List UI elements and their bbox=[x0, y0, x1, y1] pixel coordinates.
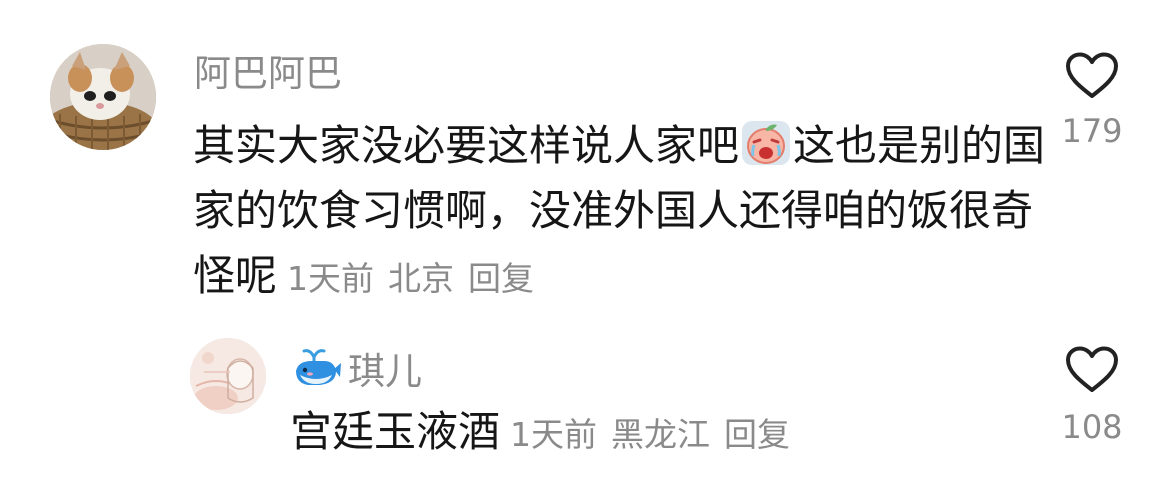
comment-meta: 1天前 北京 回复 bbox=[287, 259, 534, 298]
reply-text: 宫廷玉液酒 bbox=[290, 407, 501, 456]
like-count: 108 bbox=[1061, 408, 1123, 446]
avatar[interactable] bbox=[190, 338, 266, 414]
author-row: 琪儿 bbox=[290, 342, 422, 394]
reply-item: 琪儿 宫廷玉液酒 1天前 黑龙江 回复 108 bbox=[0, 320, 1170, 490]
like-button[interactable]: 108 bbox=[1052, 346, 1132, 446]
comment-time: 1天前 bbox=[287, 259, 375, 298]
reply-button[interactable]: 回复 bbox=[724, 415, 790, 454]
reply-location: 黑龙江 bbox=[611, 415, 711, 454]
illustrated-girl-avatar-image bbox=[190, 338, 266, 414]
like-count: 179 bbox=[1061, 112, 1123, 150]
comment-content: 其实大家没必要这样说人家吧 这也是别的国家的饮食习惯啊，没准外国人还得咱的饭很奇… bbox=[193, 113, 1053, 311]
reply-button[interactable]: 回复 bbox=[468, 259, 534, 298]
reply-meta: 1天前 黑龙江 回复 bbox=[510, 415, 790, 454]
whale-icon bbox=[290, 343, 342, 393]
comment-item: 阿巴阿巴 其实大家没必要这样说人家吧 这也是别的国家的饮食习惯啊，没准外国人还得… bbox=[0, 0, 1170, 320]
comment-text: 其实大家没必要这样说人家吧 bbox=[193, 121, 740, 170]
reply-time: 1天前 bbox=[510, 415, 598, 454]
heart-icon bbox=[1066, 52, 1118, 98]
like-button[interactable]: 179 bbox=[1052, 52, 1132, 150]
crying-peach-emoji-icon bbox=[741, 118, 791, 168]
kitten-avatar-image bbox=[50, 44, 156, 150]
author-name[interactable]: 阿巴阿巴 bbox=[194, 51, 342, 97]
avatar[interactable] bbox=[50, 44, 156, 150]
heart-icon bbox=[1066, 346, 1118, 392]
reply-content: 宫廷玉液酒 1天前 黑龙江 回复 bbox=[290, 406, 790, 461]
author-name[interactable]: 琪儿 bbox=[348, 341, 422, 395]
comment-location: 北京 bbox=[388, 259, 455, 298]
